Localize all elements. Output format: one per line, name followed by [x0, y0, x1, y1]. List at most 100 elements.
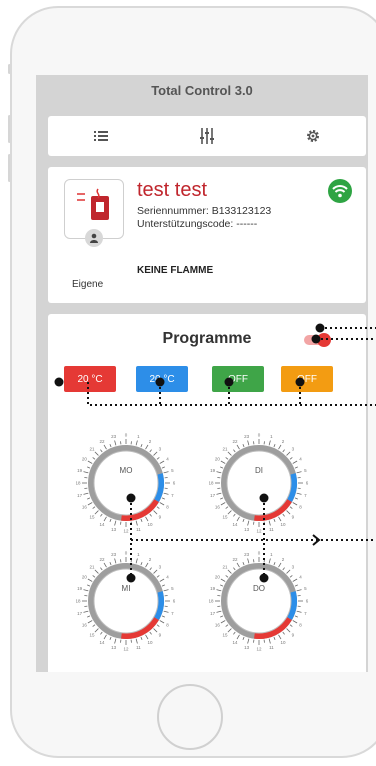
dial-tick [216, 610, 222, 613]
dial-tick [236, 562, 240, 568]
dial-hour-label: 3 [292, 565, 295, 570]
dial-tick [273, 636, 276, 640]
dial-tick [149, 631, 152, 635]
dial-tick [294, 466, 298, 469]
program-chip-2[interactable]: 20 °C [136, 366, 188, 392]
dial-tick [247, 558, 250, 564]
dial-mo[interactable]: 0 1234567891011121314151617181920212223MO [76, 433, 176, 533]
dial-tick [156, 624, 160, 627]
dial-tick [100, 449, 103, 453]
dial-tick [289, 575, 293, 578]
dial-tick [87, 466, 91, 469]
dial-tick [153, 628, 158, 633]
dial-tick [156, 457, 160, 460]
dial-tick [268, 520, 271, 526]
dial-tick [109, 444, 112, 448]
app-title: Total Control 3.0 [151, 82, 253, 98]
dial-tick [159, 460, 165, 464]
list-icon[interactable] [81, 121, 121, 151]
dial-tick [247, 440, 250, 446]
dial-tick [145, 516, 149, 522]
dial-tick [109, 636, 112, 640]
dial-tick [114, 520, 117, 526]
dial-mi[interactable]: 0 1234567891011121314151617181920212223MI [76, 551, 176, 651]
dial-hour-label: 12 [256, 647, 262, 652]
dial-tick [161, 466, 165, 469]
dial-hour-label: 16 [82, 505, 88, 510]
dial-day-label: MO [120, 466, 133, 475]
dial-tick [87, 460, 93, 464]
dial-tick [92, 506, 96, 509]
dial-tick [273, 518, 276, 522]
dial-tick [247, 638, 250, 644]
dial-tick [87, 584, 91, 587]
dial-tick [100, 631, 103, 635]
home-button[interactable] [157, 684, 223, 750]
dial-tick [94, 451, 99, 456]
dial-hour-label: 19 [77, 468, 83, 473]
program-chip-1[interactable]: 20 °C [64, 366, 116, 392]
dial-hour-label: 23 [244, 434, 250, 439]
dial-tick [242, 636, 245, 640]
dial-tick [286, 510, 291, 515]
program-chip-4[interactable]: OFF [281, 366, 333, 392]
app-screen: Total Control 3.0 Eigene test test Serie… [36, 75, 368, 672]
dial-tick [216, 492, 222, 495]
dial-tick [294, 497, 298, 500]
dial-di[interactable]: 0 1234567891011121314151617181920212223DI [209, 433, 309, 533]
dial-day-label: DO [253, 584, 265, 593]
dial-hour-label: 14 [99, 522, 105, 527]
dial-tick [273, 562, 276, 566]
dial-hour-label: 18 [76, 481, 81, 486]
programs-toggle[interactable] [304, 333, 331, 347]
dial-hour-label: 20 [215, 457, 221, 462]
dial-hour-label: 21 [223, 447, 229, 452]
support-code: Unterstützungscode: ------ [137, 218, 258, 230]
dial-tick [114, 638, 117, 644]
dial-tick [296, 589, 302, 592]
dial-tick [94, 510, 99, 515]
dial-hour-label: 14 [232, 522, 238, 527]
dial-tick [278, 444, 282, 450]
sliders-icon[interactable] [187, 121, 227, 151]
dial-tick [83, 492, 89, 495]
dial-hour-label: 13 [244, 527, 250, 532]
device-name: test test [137, 179, 208, 201]
dial-tick [149, 449, 152, 453]
dial-hour-label: 11 [136, 645, 141, 650]
dial-tick [236, 634, 240, 640]
dial-hour-label: 11 [136, 527, 141, 532]
dial-hour-label: 19 [77, 586, 83, 591]
dial-tick [225, 457, 229, 460]
dial-hour-label: 5 [171, 468, 174, 473]
dial-hour-label: 20 [82, 575, 88, 580]
dial-hour-label: 19 [210, 586, 216, 591]
dial-do[interactable]: 0 1234567891011121314151617181920212223DO [209, 551, 309, 651]
dial-tick [92, 575, 96, 578]
dial-hour-label: 12 [123, 647, 129, 652]
dial-hour-label: 12 [256, 529, 262, 534]
program-chip-3[interactable]: OFF [212, 366, 264, 392]
dial-hour-label: 13 [111, 527, 117, 532]
dial-hour-label: 23 [111, 434, 117, 439]
dial-tick [292, 620, 298, 624]
dial-hour-label: 1 [270, 434, 273, 439]
dial-tick [135, 440, 138, 446]
dial-tick [149, 513, 152, 517]
device-card[interactable]: Eigene test test Seriennummer: B13312312… [48, 167, 366, 303]
dial-tick [268, 638, 271, 644]
dial-hour-label: 5 [304, 468, 307, 473]
gear-icon[interactable] [293, 121, 333, 151]
dial-hour-label: 13 [111, 645, 117, 650]
dial-hour-label: 5 [171, 586, 174, 591]
dial-hour-label: 6 [306, 481, 309, 486]
dial-tick [233, 449, 236, 453]
dial-hour-label: 17 [210, 611, 216, 616]
dial-hour-label: 18 [209, 481, 214, 486]
dial-tick [83, 471, 89, 474]
dial-hour-label: 4 [166, 575, 169, 580]
dial-hour-label: 14 [232, 640, 238, 645]
dial-hour-label: 22 [99, 439, 105, 444]
dial-hour-label: 2 [149, 439, 152, 444]
dial-hour-label: 10 [280, 522, 286, 527]
